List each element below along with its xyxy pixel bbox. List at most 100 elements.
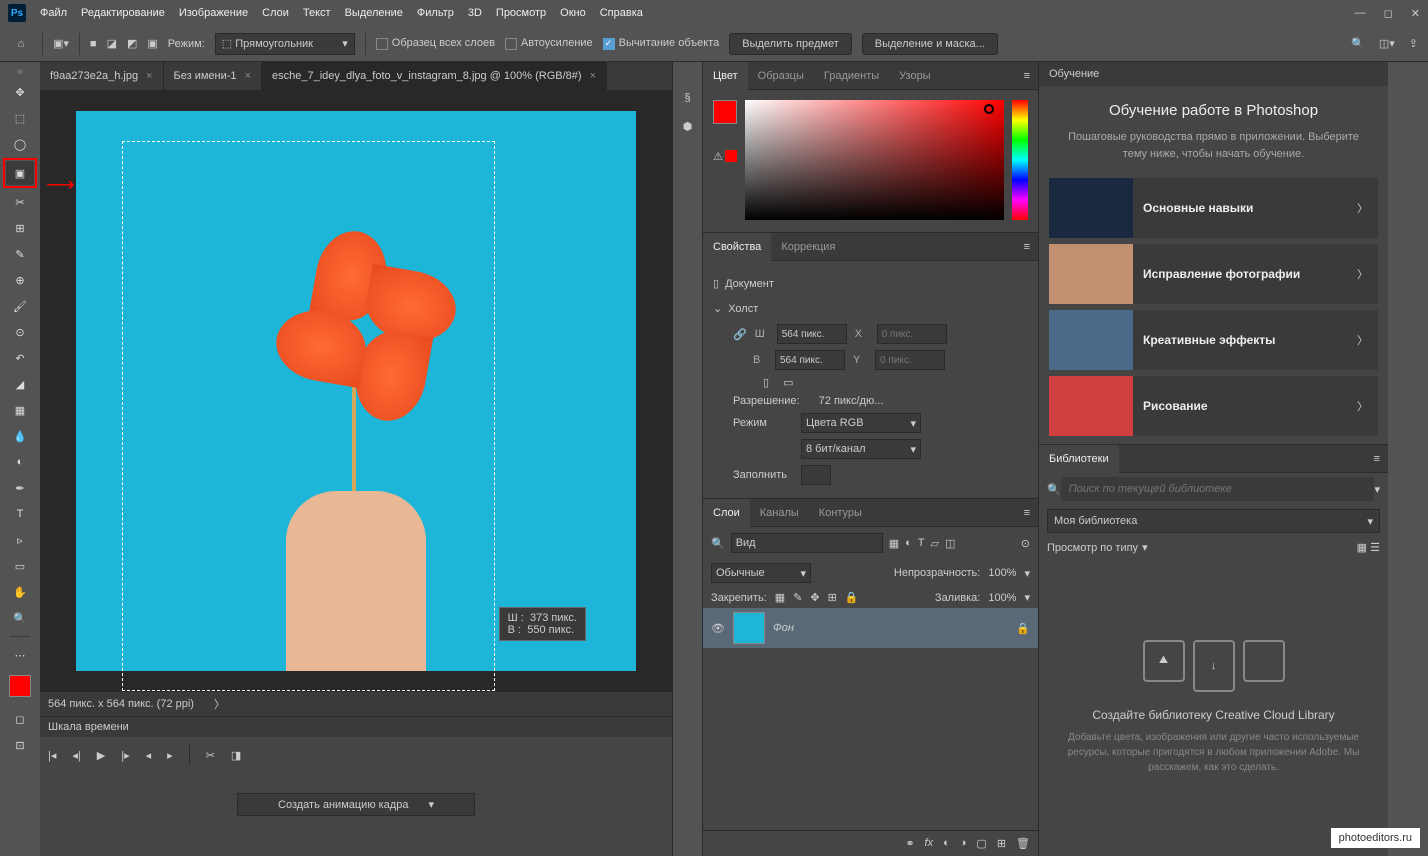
menu-edit[interactable]: Редактирование — [81, 7, 165, 19]
learn-item-basics[interactable]: Основные навыки〉 — [1049, 178, 1378, 238]
pen-tool[interactable]: ✒ — [6, 476, 34, 500]
panel-menu-icon[interactable]: ≡ — [1016, 241, 1038, 253]
search-icon[interactable]: 🔍 — [1351, 37, 1365, 50]
workspace-icon[interactable]: ◫▾ — [1379, 37, 1395, 50]
tab-1[interactable]: Без имени-1× — [164, 62, 262, 90]
list-view-icon[interactable]: ☰ — [1370, 541, 1380, 554]
eraser-tool[interactable]: ◢ — [6, 372, 34, 396]
color-tab[interactable]: Цвет — [703, 62, 748, 90]
eyedropper-tool[interactable]: ✎ — [6, 242, 34, 266]
tab-close-icon[interactable]: × — [590, 70, 596, 82]
gradients-tab[interactable]: Градиенты — [814, 62, 889, 90]
new-layer-icon[interactable]: ⊞ — [997, 837, 1006, 850]
menu-select[interactable]: Выделение — [345, 7, 403, 19]
fill-select[interactable] — [801, 465, 831, 485]
blur-tool[interactable]: 💧 — [6, 424, 34, 448]
panel-menu-icon[interactable]: ≡ — [1016, 70, 1038, 82]
add-sel-icon[interactable]: ◪ — [107, 37, 117, 50]
stamp-tool[interactable]: ⊙ — [6, 320, 34, 344]
inter-sel-icon[interactable]: ▣ — [147, 37, 157, 50]
filter-adjust-icon[interactable]: ◐ — [905, 537, 912, 549]
tab-close-icon[interactable]: × — [245, 70, 251, 82]
portrait-icon[interactable]: ▯ — [763, 376, 769, 389]
transition-icon[interactable]: ◨ — [231, 749, 241, 762]
layers-tab[interactable]: Слои — [703, 499, 750, 527]
adjustment-icon[interactable]: ◑ — [960, 837, 967, 850]
collapsed-icon[interactable]: ⬢ — [683, 120, 693, 133]
learn-item-effects[interactable]: Креативные эффекты〉 — [1049, 310, 1378, 370]
hand-tool[interactable]: ✋ — [6, 580, 34, 604]
learn-item-drawing[interactable]: Рисование〉 — [1049, 376, 1378, 436]
lasso-tool[interactable]: ◯ — [6, 132, 34, 156]
x-input[interactable] — [877, 324, 947, 344]
filter-type-icon[interactable]: T — [918, 537, 925, 549]
menu-file[interactable]: Файл — [40, 7, 67, 19]
screenmode-icon[interactable]: ⊡ — [6, 733, 34, 757]
menu-filter[interactable]: Фильтр — [417, 7, 454, 19]
path-select-tool[interactable]: ▹ — [6, 528, 34, 552]
tab-0[interactable]: f9aa273e2a_h.jpg× — [40, 62, 164, 90]
next-kf-icon[interactable]: ▸ — [167, 749, 173, 762]
mask-icon[interactable]: ◐ — [943, 837, 950, 850]
layer-filter-select[interactable] — [731, 533, 883, 553]
edit-toolbar-icon[interactable]: ⋯ — [6, 643, 34, 667]
marquee-tool[interactable]: ⬚ — [6, 106, 34, 130]
panel-menu-icon[interactable]: ≡ — [1366, 453, 1388, 465]
link-icon[interactable]: 🔗 — [733, 328, 747, 341]
sample-all-checkbox[interactable]: Образец всех слоев — [376, 37, 495, 49]
menu-text[interactable]: Текст — [303, 7, 331, 19]
cut-icon[interactable]: ✂ — [206, 749, 215, 762]
dodge-tool[interactable]: ◐ — [6, 450, 34, 474]
timeline-tab[interactable]: Шкала времени — [48, 721, 129, 733]
subtract-checkbox[interactable]: Вычитание объекта — [603, 37, 720, 49]
menu-3d[interactable]: 3D — [468, 7, 482, 19]
color-mode-select[interactable]: Цвета RGB▾ — [801, 413, 921, 433]
layer-row[interactable]: 👁 Фон 🔒 — [703, 608, 1038, 648]
first-frame-icon[interactable]: |◂ — [48, 749, 56, 762]
brush-tool[interactable]: 🖌 — [6, 294, 34, 318]
fx-icon[interactable]: fx — [925, 837, 934, 850]
menu-help[interactable]: Справка — [600, 7, 643, 19]
minimize-icon[interactable]: — — [1355, 7, 1366, 20]
heal-tool[interactable]: ⊕ — [6, 268, 34, 292]
menu-view[interactable]: Просмотр — [496, 7, 546, 19]
tool-preset-icon[interactable]: ▣▾ — [53, 37, 69, 50]
quickmask-icon[interactable]: ◻ — [6, 707, 34, 731]
home-icon[interactable]: ⌂ — [10, 33, 32, 55]
width-input[interactable] — [777, 324, 847, 344]
lock-all-icon[interactable]: 🔒 — [845, 591, 859, 604]
sub-sel-icon[interactable]: ◩ — [127, 37, 137, 50]
zoom-tool[interactable]: 🔍 — [6, 606, 34, 630]
menu-window[interactable]: Окно — [560, 7, 586, 19]
filter-pixel-icon[interactable]: ▦ — [889, 537, 899, 550]
hue-slider[interactable] — [1012, 100, 1028, 220]
libraries-tab[interactable]: Библиотеки — [1039, 445, 1119, 473]
channels-tab[interactable]: Каналы — [750, 499, 809, 527]
link-layers-icon[interactable]: ⚭ — [905, 837, 914, 850]
new-sel-icon[interactable]: ■ — [90, 38, 97, 50]
share-icon[interactable]: ⇪ — [1409, 37, 1418, 50]
layer-thumbnail[interactable] — [733, 612, 765, 644]
fg-swatch[interactable] — [713, 100, 737, 124]
select-mask-button[interactable]: Выделение и маска... — [862, 33, 998, 55]
blend-mode-select[interactable]: Обычные▾ — [711, 563, 811, 583]
filter-toggle[interactable]: ⊙ — [1021, 537, 1030, 550]
paths-tab[interactable]: Контуры — [809, 499, 872, 527]
gradient-tool[interactable]: ▦ — [6, 398, 34, 422]
next-frame-icon[interactable]: |▸ — [121, 749, 129, 762]
filter-smart-icon[interactable]: ◫ — [945, 537, 955, 550]
play-icon[interactable]: ▶ — [97, 749, 105, 762]
foreground-color[interactable] — [9, 675, 31, 697]
landscape-icon[interactable]: ▭ — [783, 376, 793, 389]
type-tool[interactable]: T — [6, 502, 34, 526]
color-field[interactable] — [745, 100, 1004, 220]
learn-item-photo[interactable]: Исправление фотографии〉 — [1049, 244, 1378, 304]
create-animation-button[interactable]: Создать анимацию кадра▾ — [237, 793, 475, 816]
height-input[interactable] — [775, 350, 845, 370]
swatches-tab[interactable]: Образцы — [748, 62, 814, 90]
library-select[interactable]: Моя библиотека▾ — [1047, 509, 1380, 533]
lock-icon[interactable]: 🔒 — [1016, 622, 1030, 635]
tab-close-icon[interactable]: × — [146, 70, 152, 82]
auto-enhance-checkbox[interactable]: Автоусиление — [505, 37, 593, 49]
grid-view-icon[interactable]: ▦ — [1357, 541, 1367, 554]
